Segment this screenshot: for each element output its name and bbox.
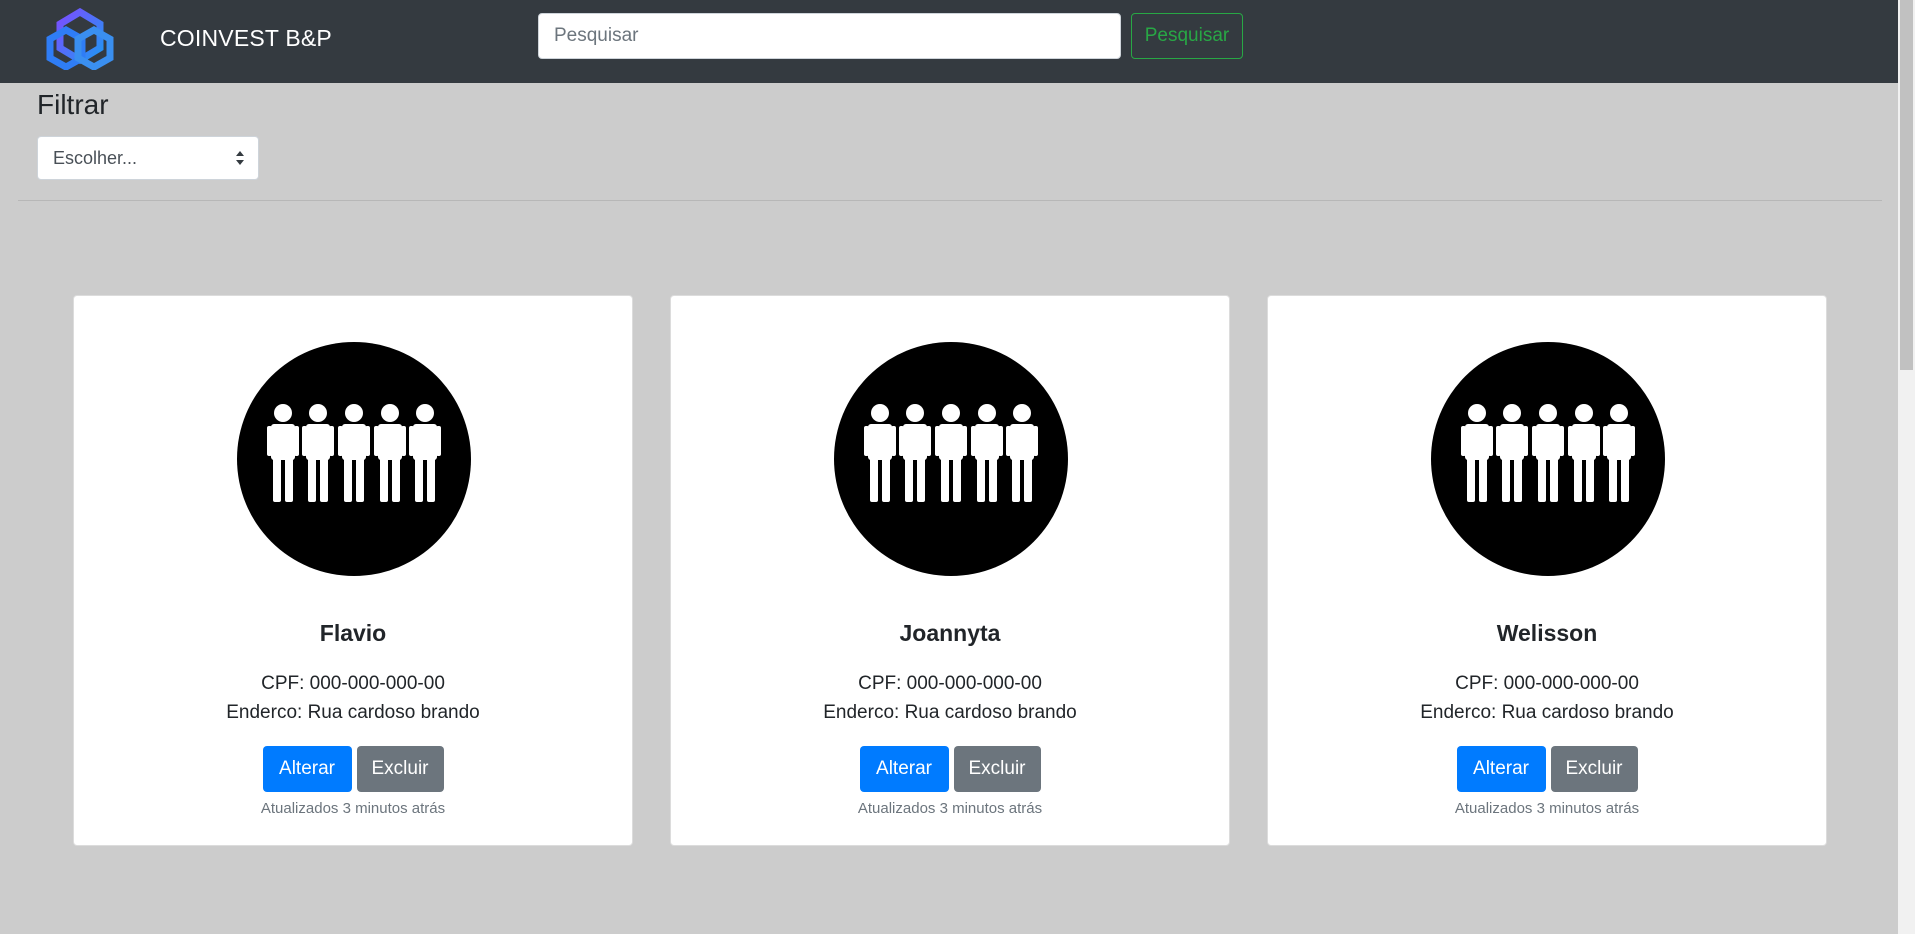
group-people-icon: [1431, 342, 1665, 576]
edit-button[interactable]: Alterar: [1456, 746, 1546, 792]
search-input[interactable]: [538, 13, 1121, 59]
card-address: Enderco: Rua cardoso brando: [823, 702, 1077, 723]
delete-button[interactable]: Excluir: [1550, 746, 1638, 792]
filter-title: Filtrar: [37, 89, 109, 120]
edit-button[interactable]: Alterar: [859, 746, 949, 792]
brand-title[interactable]: COINVEST B&P: [160, 24, 332, 52]
filter-select[interactable]: Escolher...: [37, 136, 259, 180]
filter-select-value: Escolher...: [53, 148, 138, 168]
card-address: Enderco: Rua cardoso brando: [1420, 702, 1674, 723]
card-actions: Alterar Excluir: [671, 746, 1229, 792]
page-scrollbar[interactable]: [1898, 0, 1915, 934]
group-people-icon: [237, 342, 471, 576]
group-people-icon: [834, 342, 1068, 576]
search-button[interactable]: Pesquisar: [1131, 13, 1243, 59]
card-actions: Alterar Excluir: [74, 746, 632, 792]
card-name: Welisson: [1496, 620, 1598, 646]
client-card: Joannyta CPF: 000-000-000-00 Enderco: Ru…: [670, 295, 1230, 846]
card-cpf: CPF: 000-000-000-00: [261, 673, 445, 694]
card-updated: Atualizados 3 minutos atrás: [1454, 800, 1640, 817]
client-card: Welisson CPF: 000-000-000-00 Enderco: Ru…: [1267, 295, 1827, 846]
card-updated: Atualizados 3 minutos atrás: [857, 800, 1043, 817]
client-card: Flavio CPF: 000-000-000-00 Enderco: Rua …: [73, 295, 633, 846]
card-cpf: CPF: 000-000-000-00: [858, 673, 1042, 694]
delete-button[interactable]: Excluir: [356, 746, 444, 792]
select-arrows-icon: [236, 151, 244, 165]
card-updated: Atualizados 3 minutos atrás: [260, 800, 446, 817]
scrollbar-thumb[interactable]: [1900, 0, 1913, 370]
edit-button[interactable]: Alterar: [262, 746, 352, 792]
delete-button[interactable]: Excluir: [953, 746, 1041, 792]
card-cpf: CPF: 000-000-000-00: [1455, 673, 1639, 694]
navbar: COINVEST B&P Pesquisar: [0, 0, 1898, 83]
card-address: Enderco: Rua cardoso brando: [226, 702, 480, 723]
divider: [18, 200, 1882, 201]
card-name: Joannyta: [899, 620, 1001, 646]
card-name: Flavio: [319, 620, 387, 646]
hexagon-logo-icon[interactable]: [44, 8, 116, 70]
card-actions: Alterar Excluir: [1268, 746, 1826, 792]
